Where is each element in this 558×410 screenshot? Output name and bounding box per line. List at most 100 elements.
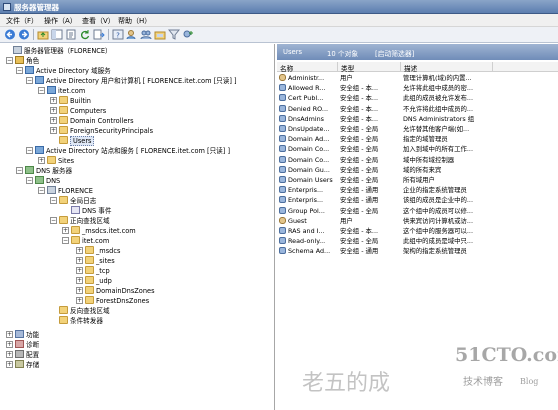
forward-icon[interactable] bbox=[18, 29, 30, 40]
collapse-icon[interactable]: − bbox=[50, 197, 57, 204]
tree-item-domain-dns-zones[interactable]: + DomainDnsZones bbox=[76, 286, 155, 296]
tree-item-ad-users-computers[interactable]: − Active Directory 用户和计算机 [ FLORENCE.itet… bbox=[26, 76, 237, 86]
column-divider[interactable] bbox=[400, 62, 401, 72]
collapse-icon[interactable]: − bbox=[38, 187, 45, 194]
column-divider[interactable] bbox=[337, 62, 338, 72]
expand-icon[interactable]: + bbox=[6, 331, 13, 338]
tree-item-server-manager[interactable]: 服务器管理器（FLORENCE） bbox=[4, 46, 112, 56]
user-list-row[interactable]: Domain Co... 安全组 - 全局 域中所有域控制器 bbox=[277, 155, 558, 165]
user-list-row[interactable]: Enterpris... 安全组 - 通用 企业的指定系统管理员 bbox=[277, 185, 558, 195]
user-list-row[interactable]: Allowed R... 安全组 - 本... 允许将此组中成员的密... bbox=[277, 83, 558, 93]
menu-file[interactable]: 文件（F） bbox=[6, 16, 38, 26]
collapse-icon[interactable]: − bbox=[62, 237, 69, 244]
tree-item-ad-sites-services[interactable]: − Active Directory 站点和服务 [ FLORENCE.itet.… bbox=[26, 146, 230, 156]
properties-icon[interactable] bbox=[65, 29, 77, 40]
user-list-row[interactable]: Administr... 用户 管理计算机(域)的内置... bbox=[277, 73, 558, 83]
user-list-row[interactable]: Domain Gu... 安全组 - 全局 域的所有来宾 bbox=[277, 165, 558, 175]
user-list-row[interactable]: DnsUpdate... 安全组 - 全局 允许替其他客户端(如... bbox=[277, 124, 558, 134]
tree-item-itet-zone[interactable]: − itet.com bbox=[62, 236, 109, 246]
user-list-row[interactable]: DnsAdmins 安全组 - 本... DNS Administrators 组 bbox=[277, 114, 558, 124]
tree-item-builtin[interactable]: + Builtin bbox=[50, 96, 91, 106]
column-description[interactable]: 描述 bbox=[404, 63, 417, 73]
tree-item-global-logs[interactable]: − 全局日志 bbox=[50, 196, 96, 206]
user-list-row[interactable]: Domain Users 安全组 - 全局 所有域用户 bbox=[277, 175, 558, 185]
user-list-row[interactable]: Schema Ad... 安全组 - 通用 架构的指定系统管理员 bbox=[277, 246, 558, 256]
tree-item-configuration[interactable]: + 配置 bbox=[6, 350, 39, 360]
expand-icon[interactable]: + bbox=[50, 117, 57, 124]
back-icon[interactable] bbox=[4, 29, 16, 40]
tree-item-dns[interactable]: − DNS bbox=[26, 176, 60, 186]
column-type[interactable]: 类型 bbox=[341, 63, 354, 73]
menu-view[interactable]: 查看（V） bbox=[82, 16, 115, 26]
tree-item-msdcs[interactable]: + _msdcs bbox=[76, 246, 120, 256]
user-list-row[interactable]: Enterpris... 安全组 - 通用 该组的成员是企业中的... bbox=[277, 195, 558, 205]
tree-item-users[interactable]: Users bbox=[50, 136, 95, 146]
tree-item-dns-server-role[interactable]: − DNS 服务器 bbox=[16, 166, 72, 176]
collapse-icon[interactable]: − bbox=[6, 57, 13, 64]
collapse-icon[interactable]: − bbox=[26, 147, 33, 154]
expand-icon[interactable]: + bbox=[38, 157, 45, 164]
column-name[interactable]: 名称 bbox=[280, 63, 293, 73]
expand-icon[interactable]: + bbox=[76, 297, 83, 304]
new-user-icon[interactable] bbox=[126, 29, 138, 40]
user-list-row[interactable]: RAS and I... 安全组 - 本... 这个组中的服务器可以... bbox=[277, 226, 558, 236]
expand-icon[interactable]: + bbox=[50, 107, 57, 114]
help-icon[interactable]: ? bbox=[112, 29, 124, 40]
tree-item-foreign-security-principals[interactable]: + ForeignSecurityPrincipals bbox=[50, 126, 153, 136]
filter-icon[interactable] bbox=[168, 29, 180, 40]
tree-item-conditional-forwarders[interactable]: 条件转发器 bbox=[50, 316, 103, 326]
menu-action[interactable]: 操作（A） bbox=[44, 16, 77, 26]
expand-icon[interactable]: + bbox=[6, 351, 13, 358]
tree-item-florence[interactable]: − FLORENCE bbox=[38, 186, 93, 196]
column-divider[interactable] bbox=[492, 62, 493, 72]
expand-icon[interactable]: + bbox=[76, 267, 83, 274]
tree-item-msdcs-zone[interactable]: + _msdcs.itet.com bbox=[62, 226, 136, 236]
collapse-icon[interactable]: − bbox=[50, 217, 57, 224]
tree-item-sites[interactable]: + Sites bbox=[38, 156, 74, 166]
expand-icon[interactable]: + bbox=[50, 127, 57, 134]
tree-item-roles[interactable]: − 角色 bbox=[6, 56, 39, 66]
tree-item-ad-ds[interactable]: − Active Directory 域服务 bbox=[16, 66, 111, 76]
menu-help[interactable]: 帮助（H） bbox=[118, 16, 151, 26]
tree-item-sites-dns[interactable]: + _sites bbox=[76, 256, 115, 266]
new-group-icon[interactable] bbox=[140, 29, 152, 40]
collapse-icon[interactable]: − bbox=[26, 177, 33, 184]
tree-item-reverse-lookup-zones[interactable]: 反向查找区域 bbox=[50, 306, 110, 316]
tree-item-features[interactable]: + 功能 bbox=[6, 330, 39, 340]
user-list-row[interactable]: Read-only... 安全组 - 全局 此组中的成员是域中只... bbox=[277, 236, 558, 246]
expand-icon[interactable]: + bbox=[76, 257, 83, 264]
collapse-icon[interactable]: − bbox=[26, 77, 33, 84]
expand-icon[interactable]: + bbox=[6, 361, 13, 368]
expand-icon[interactable]: + bbox=[62, 227, 69, 234]
up-folder-icon[interactable] bbox=[37, 29, 49, 40]
user-list-row[interactable]: Guest 用户 供来宾访问计算机或访... bbox=[277, 216, 558, 226]
export-list-icon[interactable] bbox=[93, 29, 105, 40]
tree-item-udp[interactable]: + _udp bbox=[76, 276, 112, 286]
user-list-row[interactable]: Group Pol... 安全组 - 全局 这个组中的成员可以修... bbox=[277, 206, 558, 216]
new-ou-icon[interactable] bbox=[154, 29, 166, 40]
collapse-icon[interactable]: − bbox=[16, 67, 23, 74]
add-to-group-icon[interactable] bbox=[182, 29, 194, 40]
user-list-row[interactable]: Domain Ad... 安全组 - 全局 指定的域管理员 bbox=[277, 134, 558, 144]
tree-item-tcp[interactable]: + _tcp bbox=[76, 266, 110, 276]
tree-item-computers[interactable]: + Computers bbox=[50, 106, 106, 116]
tree-item-dns-events[interactable]: DNS 事件 bbox=[62, 206, 111, 216]
user-list-row[interactable]: Denied RO... 安全组 - 本... 不允许将此组中成员的... bbox=[277, 104, 558, 114]
expand-icon[interactable]: + bbox=[6, 341, 13, 348]
expand-icon[interactable]: + bbox=[50, 97, 57, 104]
show-hide-tree-icon[interactable] bbox=[51, 29, 63, 40]
tree-item-diagnostics[interactable]: + 诊断 bbox=[6, 340, 39, 350]
refresh-icon[interactable] bbox=[79, 29, 91, 40]
expand-icon[interactable]: + bbox=[76, 247, 83, 254]
tree-item-domain[interactable]: − itet.com bbox=[38, 86, 85, 96]
tree-item-forward-lookup-zones[interactable]: − 正向查找区域 bbox=[50, 216, 110, 226]
tree-item-storage[interactable]: + 存储 bbox=[6, 360, 39, 370]
collapse-icon[interactable]: − bbox=[38, 87, 45, 94]
user-list-row[interactable]: Domain Co... 安全组 - 全局 加入到域中的所有工作... bbox=[277, 144, 558, 154]
expand-icon[interactable]: + bbox=[76, 277, 83, 284]
expand-icon[interactable]: + bbox=[76, 287, 83, 294]
tree-item-domain-controllers[interactable]: + Domain Controllers bbox=[50, 116, 134, 126]
tree-item-forest-dns-zones[interactable]: + ForestDnsZones bbox=[76, 296, 149, 306]
user-list-row[interactable]: Cert Publ... 安全组 - 本... 此组的成员被允许发布... bbox=[277, 93, 558, 103]
collapse-icon[interactable]: − bbox=[16, 167, 23, 174]
